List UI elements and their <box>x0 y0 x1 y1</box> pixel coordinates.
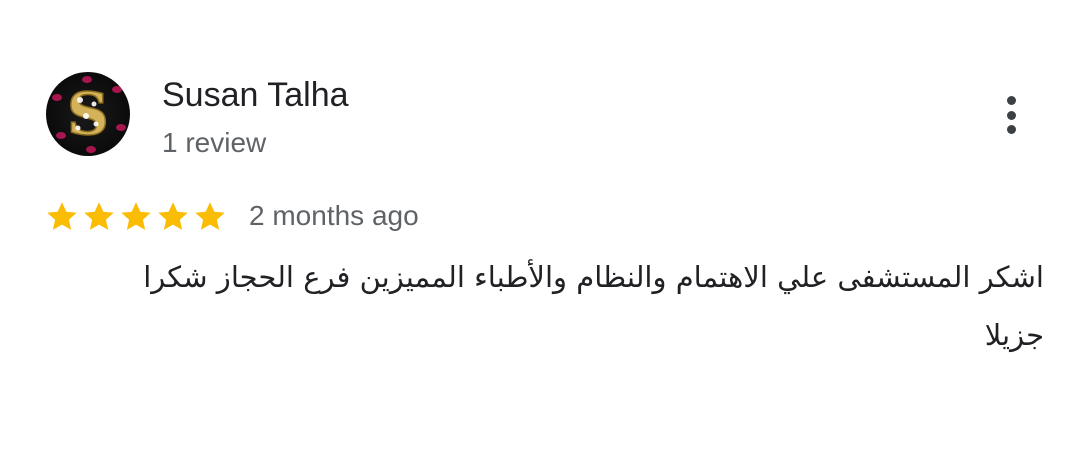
star-icon <box>121 202 151 230</box>
avatar-letter-s-icon: S <box>66 79 109 149</box>
star-icon <box>47 202 77 230</box>
reviewer-name[interactable]: Susan Talha <box>162 74 349 116</box>
more-vert-icon <box>1006 96 1016 105</box>
review-text: اشكر المستشفى علي الاهتمام والنظام والأط… <box>143 260 1044 352</box>
star-icon <box>195 202 225 230</box>
more-options-button[interactable] <box>994 92 1028 138</box>
reviewer-avatar[interactable]: S <box>46 72 130 156</box>
review-card: S Susan Talha 1 review 2 months ago اشكر… <box>0 0 1080 450</box>
reviewer-review-count: 1 review <box>162 127 267 158</box>
star-rating <box>44 197 229 237</box>
star-icon <box>158 202 188 230</box>
review-date: 2 months ago <box>249 200 419 231</box>
star-icon <box>84 202 114 230</box>
